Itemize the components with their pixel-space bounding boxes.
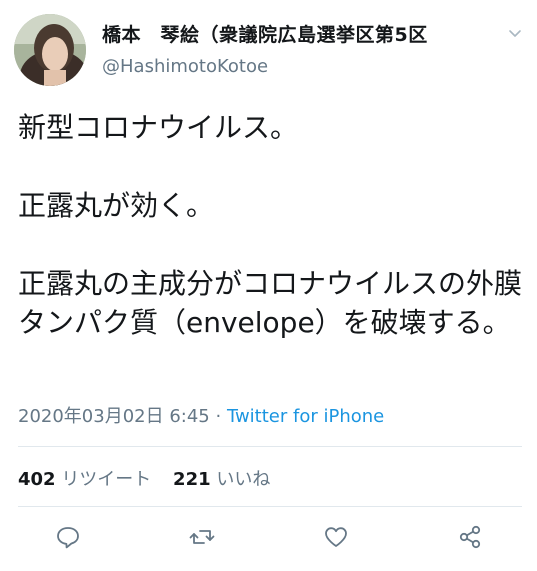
retweets-count: 402 <box>18 469 56 490</box>
share-icon[interactable] <box>456 523 484 551</box>
likes-label: いいね <box>216 469 271 490</box>
display-name[interactable]: 橋本 琴絵（衆議院広島選挙区第5区 <box>102 20 428 47</box>
retweets-label: リツイート <box>61 469 152 490</box>
likes-stat[interactable]: 221 いいね <box>173 469 270 490</box>
avatar-image <box>14 14 86 86</box>
heart-icon[interactable] <box>322 523 350 551</box>
user-handle[interactable]: @HashimotoKotoe <box>102 56 268 77</box>
retweets-stat[interactable]: 402 リツイート <box>18 469 151 490</box>
avatar[interactable] <box>14 14 86 86</box>
chevron-down-icon[interactable] <box>507 26 523 42</box>
divider <box>18 446 522 447</box>
tweet-stats: 402 リツイート 221 いいね <box>18 465 286 491</box>
tweet-header: 橋本 琴絵（衆議院広島選挙区第5区 @HashimotoKotoe <box>0 0 537 96</box>
timestamp[interactable]: 2020年03月02日 6:45 · <box>18 406 227 427</box>
tweet-meta: 2020年03月02日 6:45 · Twitter for iPhone <box>18 402 384 428</box>
action-bar <box>0 519 537 555</box>
retweet-icon[interactable] <box>188 523 216 551</box>
tweet-text: 新型コロナウイルス。 正露丸が効く。 正露丸の主成分がコロナウイルスの外膜タンパ… <box>18 111 523 339</box>
reply-icon[interactable] <box>54 523 82 551</box>
divider <box>18 506 522 507</box>
source-link[interactable]: Twitter for iPhone <box>227 406 384 427</box>
likes-count: 221 <box>173 469 211 490</box>
